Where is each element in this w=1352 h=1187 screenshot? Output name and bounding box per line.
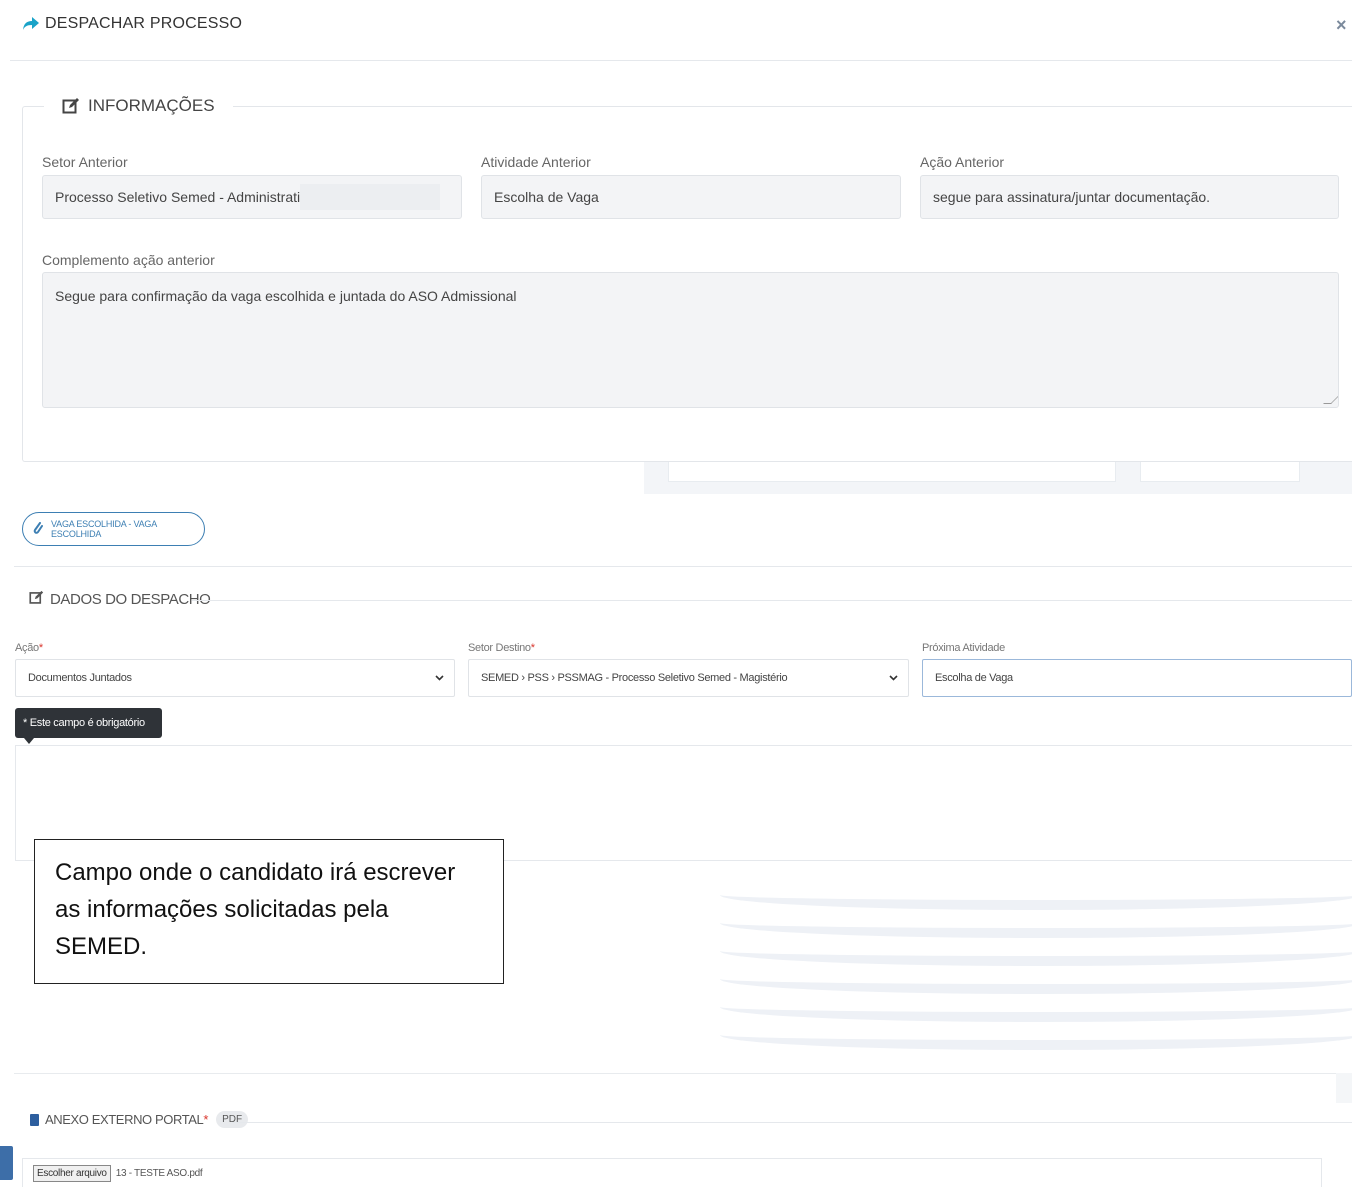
setor-destino-label-text: Setor Destino: [468, 642, 531, 654]
acao-anterior-field: segue para assinatura/juntar documentaçã…: [920, 175, 1339, 219]
acao-label-text: Ação: [15, 642, 39, 654]
file-input[interactable]: Escolher arquivo 13 - TESTE ASO.pdf: [22, 1158, 1322, 1187]
setor-destino-select-value: SEMED › PSS › PSSMAG - Processo Seletivo…: [481, 672, 788, 684]
edit-icon: [62, 97, 80, 115]
dispatch-legend-label: DADOS DO DESPACHO: [50, 591, 211, 608]
anexo-legend-label: ANEXO EXTERNO PORTAL*: [45, 1112, 208, 1127]
complemento-value: Segue para confirmação da vaga escolhida…: [55, 288, 517, 304]
required-mark: *: [203, 1112, 209, 1127]
section-divider: [14, 566, 1352, 567]
legend-divider: [232, 1122, 1352, 1123]
acao-label: Ação*: [15, 642, 43, 654]
side-tab[interactable]: [0, 1146, 13, 1180]
background-panel: [1140, 462, 1300, 482]
complemento-label: Complemento ação anterior: [42, 252, 215, 268]
edit-icon: [29, 590, 44, 609]
anexo-legend-text: ANEXO EXTERNO PORTAL: [45, 1112, 204, 1127]
atividade-anterior-label: Atividade Anterior: [481, 154, 591, 170]
required-mark: *: [530, 642, 535, 654]
legend-divider: [192, 600, 1352, 601]
redacted-block: [300, 184, 441, 210]
background-panel: [668, 462, 1116, 482]
modal-title: DESPACHAR PROCESSO: [45, 15, 243, 32]
atividade-anterior-field: Escolha de Vaga: [481, 175, 901, 219]
info-legend: INFORMAÇÕES: [44, 94, 233, 118]
setor-destino-select[interactable]: SEMED › PSS › PSSMAG - Processo Seletivo…: [468, 659, 909, 697]
required-tooltip: * Este campo é obrigatório: [15, 708, 162, 738]
acao-select[interactable]: Documentos Juntados: [15, 659, 455, 697]
background-watermark: [720, 880, 1352, 1060]
header-divider: [10, 60, 1352, 61]
tooltip-arrow: [24, 738, 34, 744]
section-divider: [14, 1073, 1336, 1074]
setor-anterior-label: Setor Anterior: [42, 154, 128, 170]
complemento-textarea[interactable]: Segue para confirmação da vaga escolhida…: [42, 272, 1339, 408]
proxima-atividade-label: Próxima Atividade: [922, 642, 1005, 654]
annotation-callout: Campo onde o candidato irá escrever as i…: [34, 839, 504, 984]
paperclip-icon: [33, 521, 43, 537]
pdf-badge: PDF: [216, 1111, 249, 1128]
attachment-pill-button[interactable]: VAGA ESCOLHIDA - VAGA ESCOLHIDA: [22, 512, 205, 546]
resize-handle[interactable]: [1323, 396, 1338, 404]
setor-anterior-value: Processo Seletivo Semed - Administrati: [55, 189, 301, 205]
chevron-down-icon: [889, 673, 898, 684]
acao-select-value: Documentos Juntados: [28, 672, 132, 684]
background-panel: [1336, 1073, 1352, 1103]
close-icon[interactable]: ×: [1336, 15, 1347, 36]
acao-anterior-label: Ação Anterior: [920, 154, 1005, 170]
chevron-down-icon: [435, 673, 444, 684]
required-mark: *: [38, 642, 43, 654]
document-icon: [30, 1113, 39, 1126]
file-name: 13 - TESTE ASO.pdf: [115, 1167, 203, 1179]
setor-anterior-field: Processo Seletivo Semed - Administrati: [42, 175, 462, 219]
proxima-atividade-select[interactable]: Escolha de Vaga: [922, 659, 1352, 697]
dispatch-legend: DADOS DO DESPACHO: [29, 590, 211, 609]
choose-file-button[interactable]: Escolher arquivo: [33, 1164, 111, 1182]
setor-destino-label: Setor Destino*: [468, 642, 535, 654]
attachment-pill-label: VAGA ESCOLHIDA - VAGA ESCOLHIDA: [51, 519, 157, 539]
proxima-atividade-value: Escolha de Vaga: [935, 672, 1013, 684]
anexo-legend: ANEXO EXTERNO PORTAL* PDF: [30, 1111, 249, 1128]
forward-arrow-icon: [22, 14, 40, 32]
info-legend-label: INFORMAÇÕES: [88, 96, 215, 115]
